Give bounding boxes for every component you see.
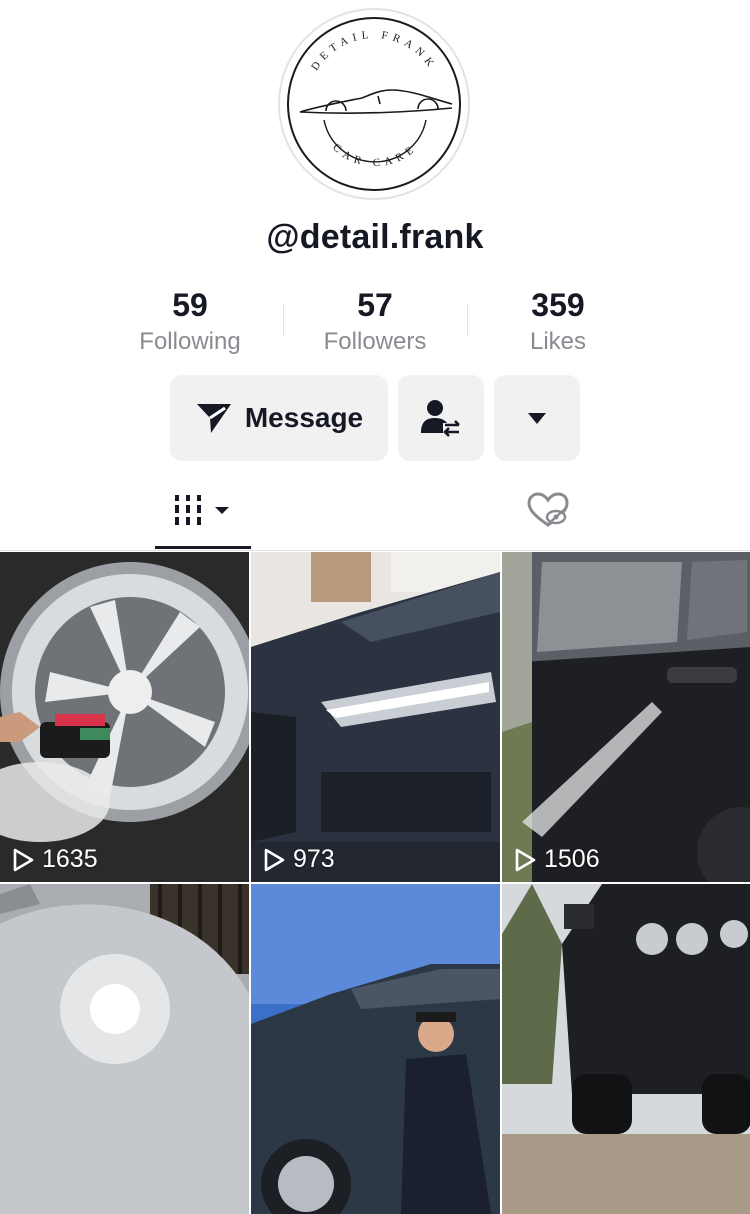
thumbnail-image <box>502 884 750 1214</box>
following-label: Following <box>139 328 241 355</box>
stat-following[interactable]: 59 Following <box>98 285 282 359</box>
tab-videos[interactable] <box>155 470 251 550</box>
stat-followers[interactable]: 57 Followers <box>283 285 467 359</box>
hidden-heart-icon <box>527 492 569 527</box>
following-count: 59 <box>172 287 208 323</box>
video-thumbnail[interactable] <box>502 884 750 1214</box>
thumbnail-image <box>0 884 249 1214</box>
view-count-text: 973 <box>293 845 335 873</box>
message-label: Message <box>244 402 364 433</box>
followers-label: Followers <box>323 328 427 355</box>
view-count: 1506 <box>514 845 600 874</box>
thumbnail-image <box>251 884 500 1214</box>
user-swap-icon <box>421 400 460 437</box>
profile-tabs <box>0 470 750 551</box>
play-icon <box>13 848 34 871</box>
view-count: 1635 <box>12 845 98 874</box>
more-options-button[interactable] <box>494 375 580 461</box>
play-icon <box>515 848 536 871</box>
video-thumbnail[interactable]: 1635 <box>0 552 249 882</box>
caret-down-icon <box>528 413 546 424</box>
tab-liked[interactable] <box>500 470 596 550</box>
video-thumbnail[interactable] <box>0 884 249 1214</box>
active-tab-indicator <box>155 546 251 549</box>
followers-count: 57 <box>357 287 393 323</box>
follow-toggle-button[interactable] <box>398 375 484 461</box>
view-count-text: 1506 <box>544 845 600 873</box>
view-count-text: 1635 <box>42 845 98 873</box>
likes-label: Likes <box>529 328 587 355</box>
thumbnail-image <box>502 552 750 882</box>
message-button[interactable]: Message <box>170 375 388 461</box>
view-count: 973 <box>263 845 335 874</box>
video-thumbnail[interactable]: 973 <box>251 552 500 882</box>
thumbnail-image <box>0 552 249 882</box>
video-thumbnail[interactable] <box>251 884 500 1214</box>
thumbnail-image <box>251 552 500 882</box>
likes-count: 359 <box>531 287 585 323</box>
send-icon <box>196 404 231 433</box>
grid-columns-icon <box>175 495 229 525</box>
stat-likes[interactable]: 359 Likes <box>466 285 650 359</box>
car-care-logo: DETAIL FRANK CAR CARE <box>287 17 461 191</box>
profile-avatar[interactable]: DETAIL FRANK CAR CARE <box>278 8 470 200</box>
play-icon <box>264 848 285 871</box>
video-thumbnail[interactable]: 1506 <box>502 552 750 882</box>
profile-username: @detail.frank <box>266 218 484 256</box>
